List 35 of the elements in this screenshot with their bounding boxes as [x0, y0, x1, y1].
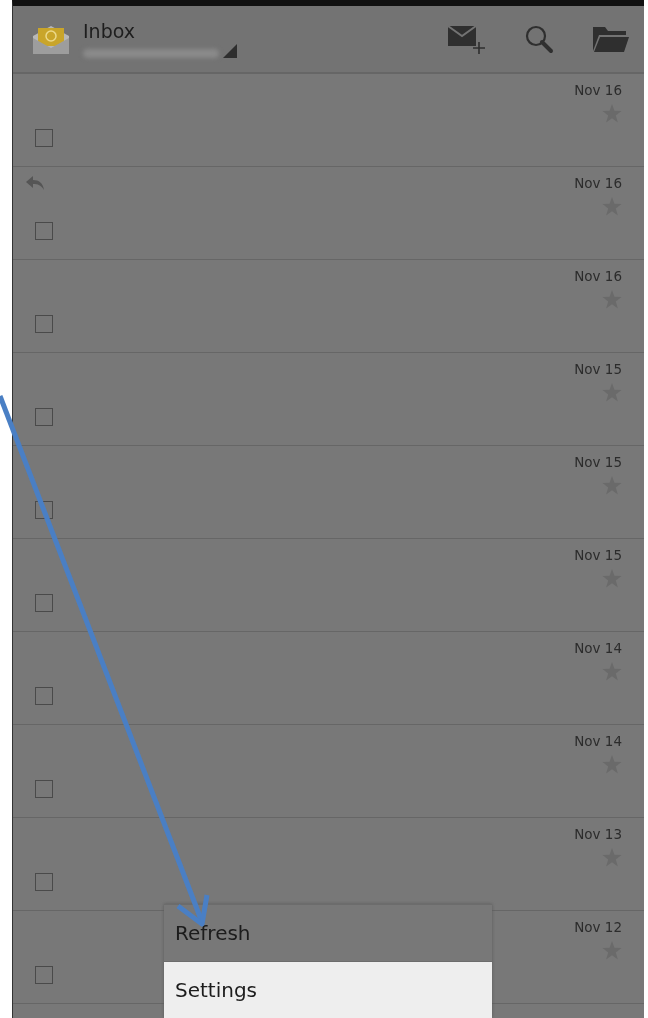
message-row[interactable]: Nov 14 [13, 725, 644, 818]
checkbox[interactable] [35, 408, 53, 426]
compose-icon[interactable] [446, 24, 486, 54]
checkbox[interactable] [35, 501, 53, 519]
menu-item[interactable]: Settings [164, 961, 492, 1018]
message-date: Nov 14 [574, 733, 622, 749]
dropdown-caret-icon[interactable] [223, 44, 237, 58]
message-row[interactable]: Nov 16 [13, 260, 644, 353]
message-row[interactable]: Nov 16 [13, 74, 644, 167]
checkbox[interactable] [35, 780, 53, 798]
checkbox[interactable] [35, 687, 53, 705]
message-date: Nov 16 [574, 268, 622, 284]
message-date: Nov 15 [574, 547, 622, 563]
message-row[interactable]: Nov 14 [13, 632, 644, 725]
checkbox[interactable] [35, 222, 53, 240]
menu-item[interactable]: Refresh [164, 904, 492, 961]
message-row[interactable]: Nov 15 [13, 539, 644, 632]
message-row[interactable]: Nov 15 [13, 446, 644, 539]
checkbox[interactable] [35, 966, 53, 984]
checkbox[interactable] [35, 315, 53, 333]
checkbox[interactable] [35, 129, 53, 147]
message-date: Nov 14 [574, 640, 622, 656]
message-row[interactable]: Nov 16 [13, 167, 644, 260]
search-icon[interactable] [524, 24, 554, 54]
message-date: Nov 15 [574, 454, 622, 470]
message-date: Nov 12 [574, 919, 622, 935]
checkbox[interactable] [35, 873, 53, 891]
message-date: Nov 15 [574, 361, 622, 377]
message-date: Nov 16 [574, 82, 622, 98]
message-date: Nov 13 [574, 826, 622, 842]
message-date: Nov 16 [574, 175, 622, 191]
folder-icon[interactable] [592, 25, 630, 53]
window-title: Inbox [83, 20, 136, 42]
checkbox[interactable] [35, 594, 53, 612]
message-row[interactable]: Nov 15 [13, 353, 644, 446]
